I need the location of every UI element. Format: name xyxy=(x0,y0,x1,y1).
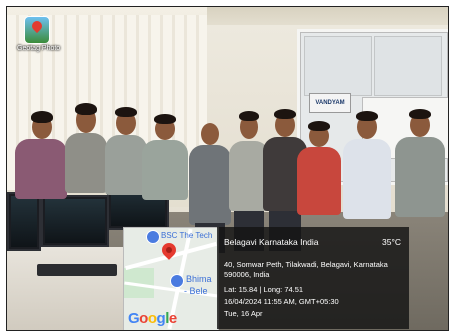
place-marker-icon xyxy=(170,274,184,288)
lat-long: Lat: 15.84 | Long: 74.51 xyxy=(224,285,304,294)
geotag-logo: Geotag Photo xyxy=(17,17,60,57)
window-pane xyxy=(304,36,372,96)
map-pin-icon xyxy=(29,18,45,34)
office-sign: VANDYAM xyxy=(309,93,351,113)
desk xyxy=(7,247,127,330)
geotag-label: Geotag Photo xyxy=(17,45,61,52)
location-info-panel: Belagavi Karnataka India 35°C 40, Somwar… xyxy=(217,227,409,329)
geotag-photo-icon xyxy=(25,17,49,43)
group-photo: VANDYAM Geotag Photo BSC The Tech Bhima … xyxy=(6,6,449,331)
monitor xyxy=(7,192,41,251)
monitor xyxy=(41,195,109,247)
address: 40, Somwar Peth, Tilakwadi, Belagavi, Ka… xyxy=(224,260,388,279)
keyboard xyxy=(37,264,117,276)
temperature: 35°C xyxy=(382,237,401,247)
day: Tue, 16 Apr xyxy=(224,309,263,318)
location-city: Belagavi Karnataka India xyxy=(224,237,319,247)
window-pane xyxy=(374,36,442,96)
location-map[interactable]: BSC The Tech Bhima - Bele Google xyxy=(123,227,219,330)
place-marker-icon xyxy=(146,230,160,244)
map-label: BSC The Tech xyxy=(161,231,213,240)
google-logo: Google xyxy=(128,310,177,327)
map-label: Bhima xyxy=(186,274,212,284)
photo-frame: VANDYAM Geotag Photo BSC The Tech Bhima … xyxy=(0,0,453,335)
map-label: - Bele xyxy=(184,286,208,296)
datetime: 16/04/2024 11:55 AM, GMT+05:30 xyxy=(224,297,339,306)
